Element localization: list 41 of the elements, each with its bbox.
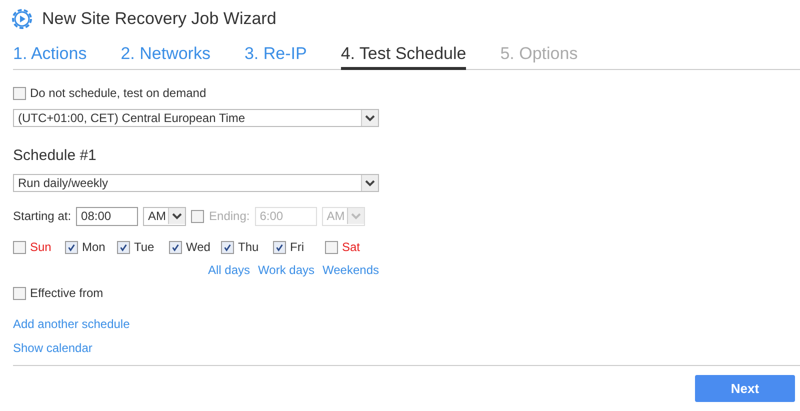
- schedule-type-dropdown[interactable]: Run daily/weekly: [13, 174, 379, 192]
- schedule-heading: Schedule #1: [13, 147, 98, 164]
- caret-icon: [361, 110, 378, 126]
- checkbox[interactable]: [13, 240, 26, 254]
- wizard-tab[interactable]: 2. Networks: [120, 44, 210, 70]
- day-label: Sat: [342, 240, 360, 254]
- checkbox-label: Do not schedule, test on demand: [30, 86, 206, 100]
- start-label: Starting at:: [13, 209, 72, 223]
- checkbox[interactable]: [13, 286, 26, 300]
- checkbox[interactable]: [117, 240, 130, 254]
- caret-icon: [361, 175, 378, 191]
- link[interactable]: Weekends: [322, 263, 379, 277]
- checkbox[interactable]: [273, 240, 286, 254]
- link[interactable]: All days: [208, 263, 250, 277]
- checkbox[interactable]: [169, 240, 182, 254]
- day-label: Wed: [186, 240, 210, 254]
- day-label: Tue: [134, 240, 154, 254]
- day-label: Sun: [30, 240, 52, 254]
- link[interactable]: Show calendar: [13, 341, 92, 355]
- day-label: Mon: [82, 240, 106, 254]
- wizard-tab[interactable]: 3. Re-IP: [244, 44, 307, 70]
- checkbox[interactable]: [325, 240, 338, 254]
- wizard-tab[interactable]: 4. Test Schedule: [340, 44, 466, 70]
- next-button[interactable]: Next: [695, 375, 795, 402]
- window-title: New Site Recovery Job Wizard: [42, 9, 276, 29]
- checkbox[interactable]: [221, 240, 234, 254]
- checkbox[interactable]: [65, 240, 78, 254]
- checkbox[interactable]: [13, 86, 26, 100]
- checkbox-label: Effective from: [30, 286, 104, 300]
- day-label: Fri: [290, 240, 304, 254]
- day-label: Thu: [238, 240, 259, 254]
- timezone-dropdown[interactable]: (UTC+01:00, CET) Central European Time: [13, 109, 379, 127]
- play-gear-icon: [10, 7, 34, 31]
- ampm-dropdown[interactable]: AM: [143, 206, 186, 226]
- caret-icon: [168, 208, 186, 224]
- caret-icon: [346, 208, 364, 224]
- start-time-field[interactable]: 08:00: [76, 206, 138, 226]
- link[interactable]: Add another schedule: [13, 317, 130, 331]
- link[interactable]: Work days: [258, 263, 315, 277]
- wizard-tab[interactable]: 1. Actions: [13, 44, 87, 70]
- ending-label: Ending:: [209, 209, 250, 223]
